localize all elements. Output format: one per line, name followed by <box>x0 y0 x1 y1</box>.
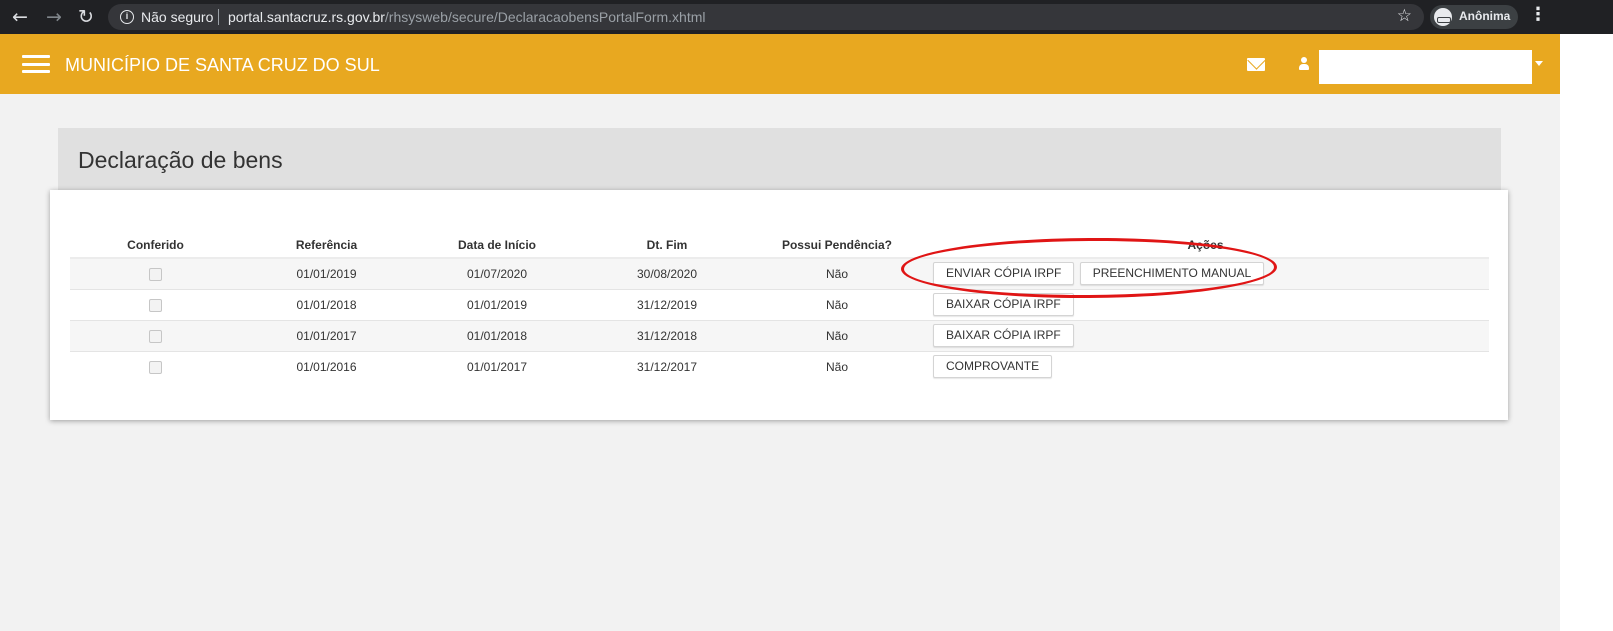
baixar-copia-irpf-button[interactable]: BAIXAR CÓPIA IRPF <box>933 324 1074 347</box>
address-separator <box>218 9 219 25</box>
actions-cell: COMPROVANTE <box>922 350 1489 382</box>
page-body: Declaração de bens Conferido Referência … <box>0 94 1560 631</box>
mail-icon[interactable] <box>1247 58 1265 71</box>
caret-down-icon[interactable] <box>1535 61 1543 66</box>
table-row: 01/01/2019 01/07/2020 30/08/2020 Não ENV… <box>70 257 1489 289</box>
fim-cell: 31/12/2018 <box>582 319 752 351</box>
enviar-copia-irpf-button[interactable]: ENVIAR CÓPIA IRPF <box>933 262 1075 286</box>
referencia-cell: 01/01/2018 <box>241 288 412 320</box>
referencia-cell: 01/01/2016 <box>241 350 412 382</box>
conferido-checkbox[interactable] <box>149 267 162 281</box>
user-icon <box>1299 57 1309 71</box>
referencia-cell: 01/01/2017 <box>241 319 412 351</box>
declaration-table: Conferido Referência Data de Início Dt. … <box>70 232 1489 382</box>
hamburger-icon[interactable] <box>22 55 50 73</box>
pendencia-cell: Não <box>752 257 922 289</box>
conferido-cell <box>70 257 241 289</box>
pendencia-cell: Não <box>752 350 922 382</box>
actions-cell: BAIXAR CÓPIA IRPF <box>922 288 1489 320</box>
comprovante-button[interactable]: COMPROVANTE <box>933 355 1053 379</box>
fim-cell: 30/08/2020 <box>582 257 752 289</box>
actions-cell: ENVIAR CÓPIA IRPF PREENCHIMENTO MANUAL <box>922 257 1489 289</box>
col-referencia: Referência <box>241 232 412 259</box>
pendencia-cell: Não <box>752 319 922 351</box>
app-header: MUNICÍPIO DE SANTA CRUZ DO SUL <box>0 34 1560 94</box>
star-icon[interactable]: ☆ <box>1397 6 1412 26</box>
user-name-redacted[interactable] <box>1319 50 1532 84</box>
referencia-cell: 01/01/2019 <box>241 257 412 289</box>
app-title: MUNICÍPIO DE SANTA CRUZ DO SUL <box>65 55 380 75</box>
pendencia-cell: Não <box>752 288 922 320</box>
table-header-row: Conferido Referência Data de Início Dt. … <box>70 232 1489 259</box>
table-row: 01/01/2018 01/01/2019 31/12/2019 Não BAI… <box>70 288 1489 320</box>
table-row: 01/01/2017 01/01/2018 31/12/2018 Não BAI… <box>70 319 1489 351</box>
panel-title-bar: Declaração de bens <box>58 128 1501 190</box>
actions-cell: BAIXAR CÓPIA IRPF <box>922 319 1489 351</box>
col-conferido: Conferido <box>70 232 241 259</box>
inicio-cell: 01/01/2017 <box>412 350 582 382</box>
address-bar[interactable]: i Não seguro portal.santacruz.rs.gov.br/… <box>108 4 1424 30</box>
url-path: /rhsysweb/secure/DeclaracaobensPortalFor… <box>384 9 706 25</box>
preenchimento-manual-button[interactable]: PREENCHIMENTO MANUAL <box>1079 262 1265 286</box>
profile-button[interactable]: Anônima <box>1430 5 1518 29</box>
conferido-checkbox[interactable] <box>149 298 162 312</box>
back-icon[interactable]: ← <box>8 5 32 29</box>
inicio-cell: 01/07/2020 <box>412 257 582 289</box>
col-data-inicio: Data de Início <box>412 232 582 259</box>
profile-label: Anônima <box>1459 9 1511 23</box>
col-dt-fim: Dt. Fim <box>582 232 752 259</box>
kebab-menu-icon[interactable]: ⋮ <box>1529 4 1547 25</box>
fim-cell: 31/12/2019 <box>582 288 752 320</box>
incognito-icon <box>1434 8 1452 26</box>
url-host: portal.santacruz.rs.gov.br <box>228 9 385 25</box>
security-label[interactable]: Não seguro <box>141 9 213 25</box>
col-acoes: Ações <box>922 232 1489 259</box>
browser-toolbar: ← → ↻ i Não seguro portal.santacruz.rs.g… <box>0 0 1613 34</box>
forward-icon[interactable]: → <box>42 5 66 29</box>
fim-cell: 31/12/2017 <box>582 350 752 382</box>
page-title: Declaração de bens <box>78 147 283 173</box>
baixar-copia-irpf-button[interactable]: BAIXAR CÓPIA IRPF <box>933 293 1074 316</box>
table-row: 01/01/2016 01/01/2017 31/12/2017 Não COM… <box>70 350 1489 382</box>
reload-icon[interactable]: ↻ <box>74 5 98 29</box>
conferido-cell <box>70 319 241 351</box>
url-text[interactable]: portal.santacruz.rs.gov.br/rhsysweb/secu… <box>228 9 706 25</box>
col-pendencia: Possui Pendência? <box>752 232 922 259</box>
conferido-cell <box>70 288 241 320</box>
conferido-checkbox[interactable] <box>149 329 162 343</box>
info-icon[interactable]: i <box>120 10 134 24</box>
declaration-card: Conferido Referência Data de Início Dt. … <box>50 190 1508 420</box>
conferido-cell <box>70 350 241 382</box>
inicio-cell: 01/01/2019 <box>412 288 582 320</box>
inicio-cell: 01/01/2018 <box>412 319 582 351</box>
conferido-checkbox[interactable] <box>149 360 162 374</box>
